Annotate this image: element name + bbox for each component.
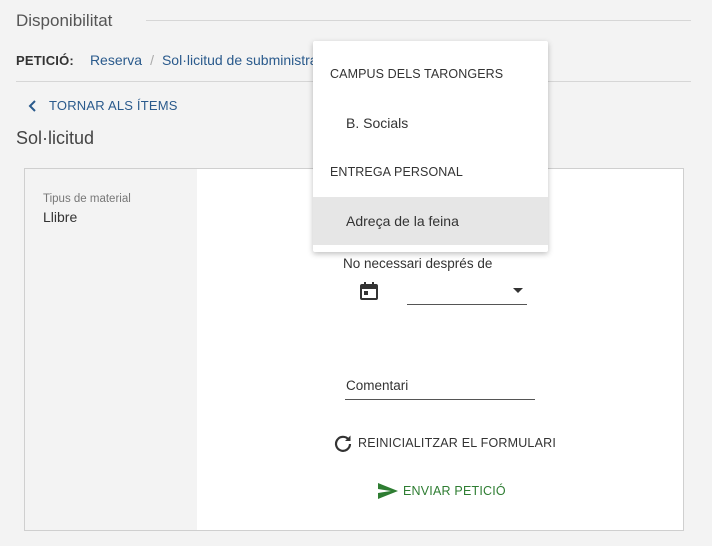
- date-select[interactable]: [407, 279, 527, 305]
- pickup-location-dropdown: CAMPUS DELS TARONGERS B. Socials ENTREGA…: [313, 41, 548, 252]
- dropdown-group-label: ENTREGA PERSONAL: [330, 165, 463, 179]
- dropdown-option-adreca-feina[interactable]: Adreça de la feina: [313, 197, 548, 245]
- refresh-icon: [334, 435, 352, 452]
- date-field-label: No necessari després de: [343, 256, 493, 271]
- request-label: PETICIÓ:: [16, 52, 74, 68]
- section-divider: [146, 20, 691, 21]
- send-request-button[interactable]: ENVIAR PETICIÓ: [377, 481, 506, 501]
- reset-label: REINICIALITZAR EL FORMULARI: [358, 436, 557, 450]
- send-label: ENVIAR PETICIÓ: [403, 484, 506, 498]
- material-type-value: Llibre: [43, 209, 78, 225]
- chevron-down-icon: [513, 288, 523, 293]
- material-type-label: Tipus de material: [43, 193, 131, 205]
- reset-form-button[interactable]: REINICIALITZAR EL FORMULARI: [333, 433, 556, 453]
- back-label: TORNAR ALS ÍTEMS: [49, 98, 178, 113]
- calendar-icon[interactable]: [359, 281, 379, 301]
- breadcrumb-separator: /: [150, 52, 154, 68]
- send-icon: [378, 483, 398, 499]
- comment-field[interactable]: Comentari: [345, 376, 535, 400]
- section-title: Disponibilitat: [16, 11, 113, 30]
- breadcrumb-link-reserva[interactable]: Reserva: [90, 52, 142, 68]
- back-to-items-link[interactable]: TORNAR ALS ÍTEMS: [26, 98, 178, 113]
- dropdown-group-label: CAMPUS DELS TARONGERS: [330, 67, 504, 81]
- chevron-left-icon: [28, 99, 36, 112]
- card-sidebar: Tipus de material Llibre: [25, 169, 197, 530]
- dropdown-option-b-socials[interactable]: B. Socials: [313, 107, 548, 139]
- page-title: Sol·licitud: [16, 128, 95, 148]
- request-breadcrumb: PETICIÓ: Reserva / Sol·licitud de submin…: [16, 52, 318, 68]
- breadcrumb-link-sollicitud[interactable]: Sol·licitud de subministra: [162, 52, 318, 68]
